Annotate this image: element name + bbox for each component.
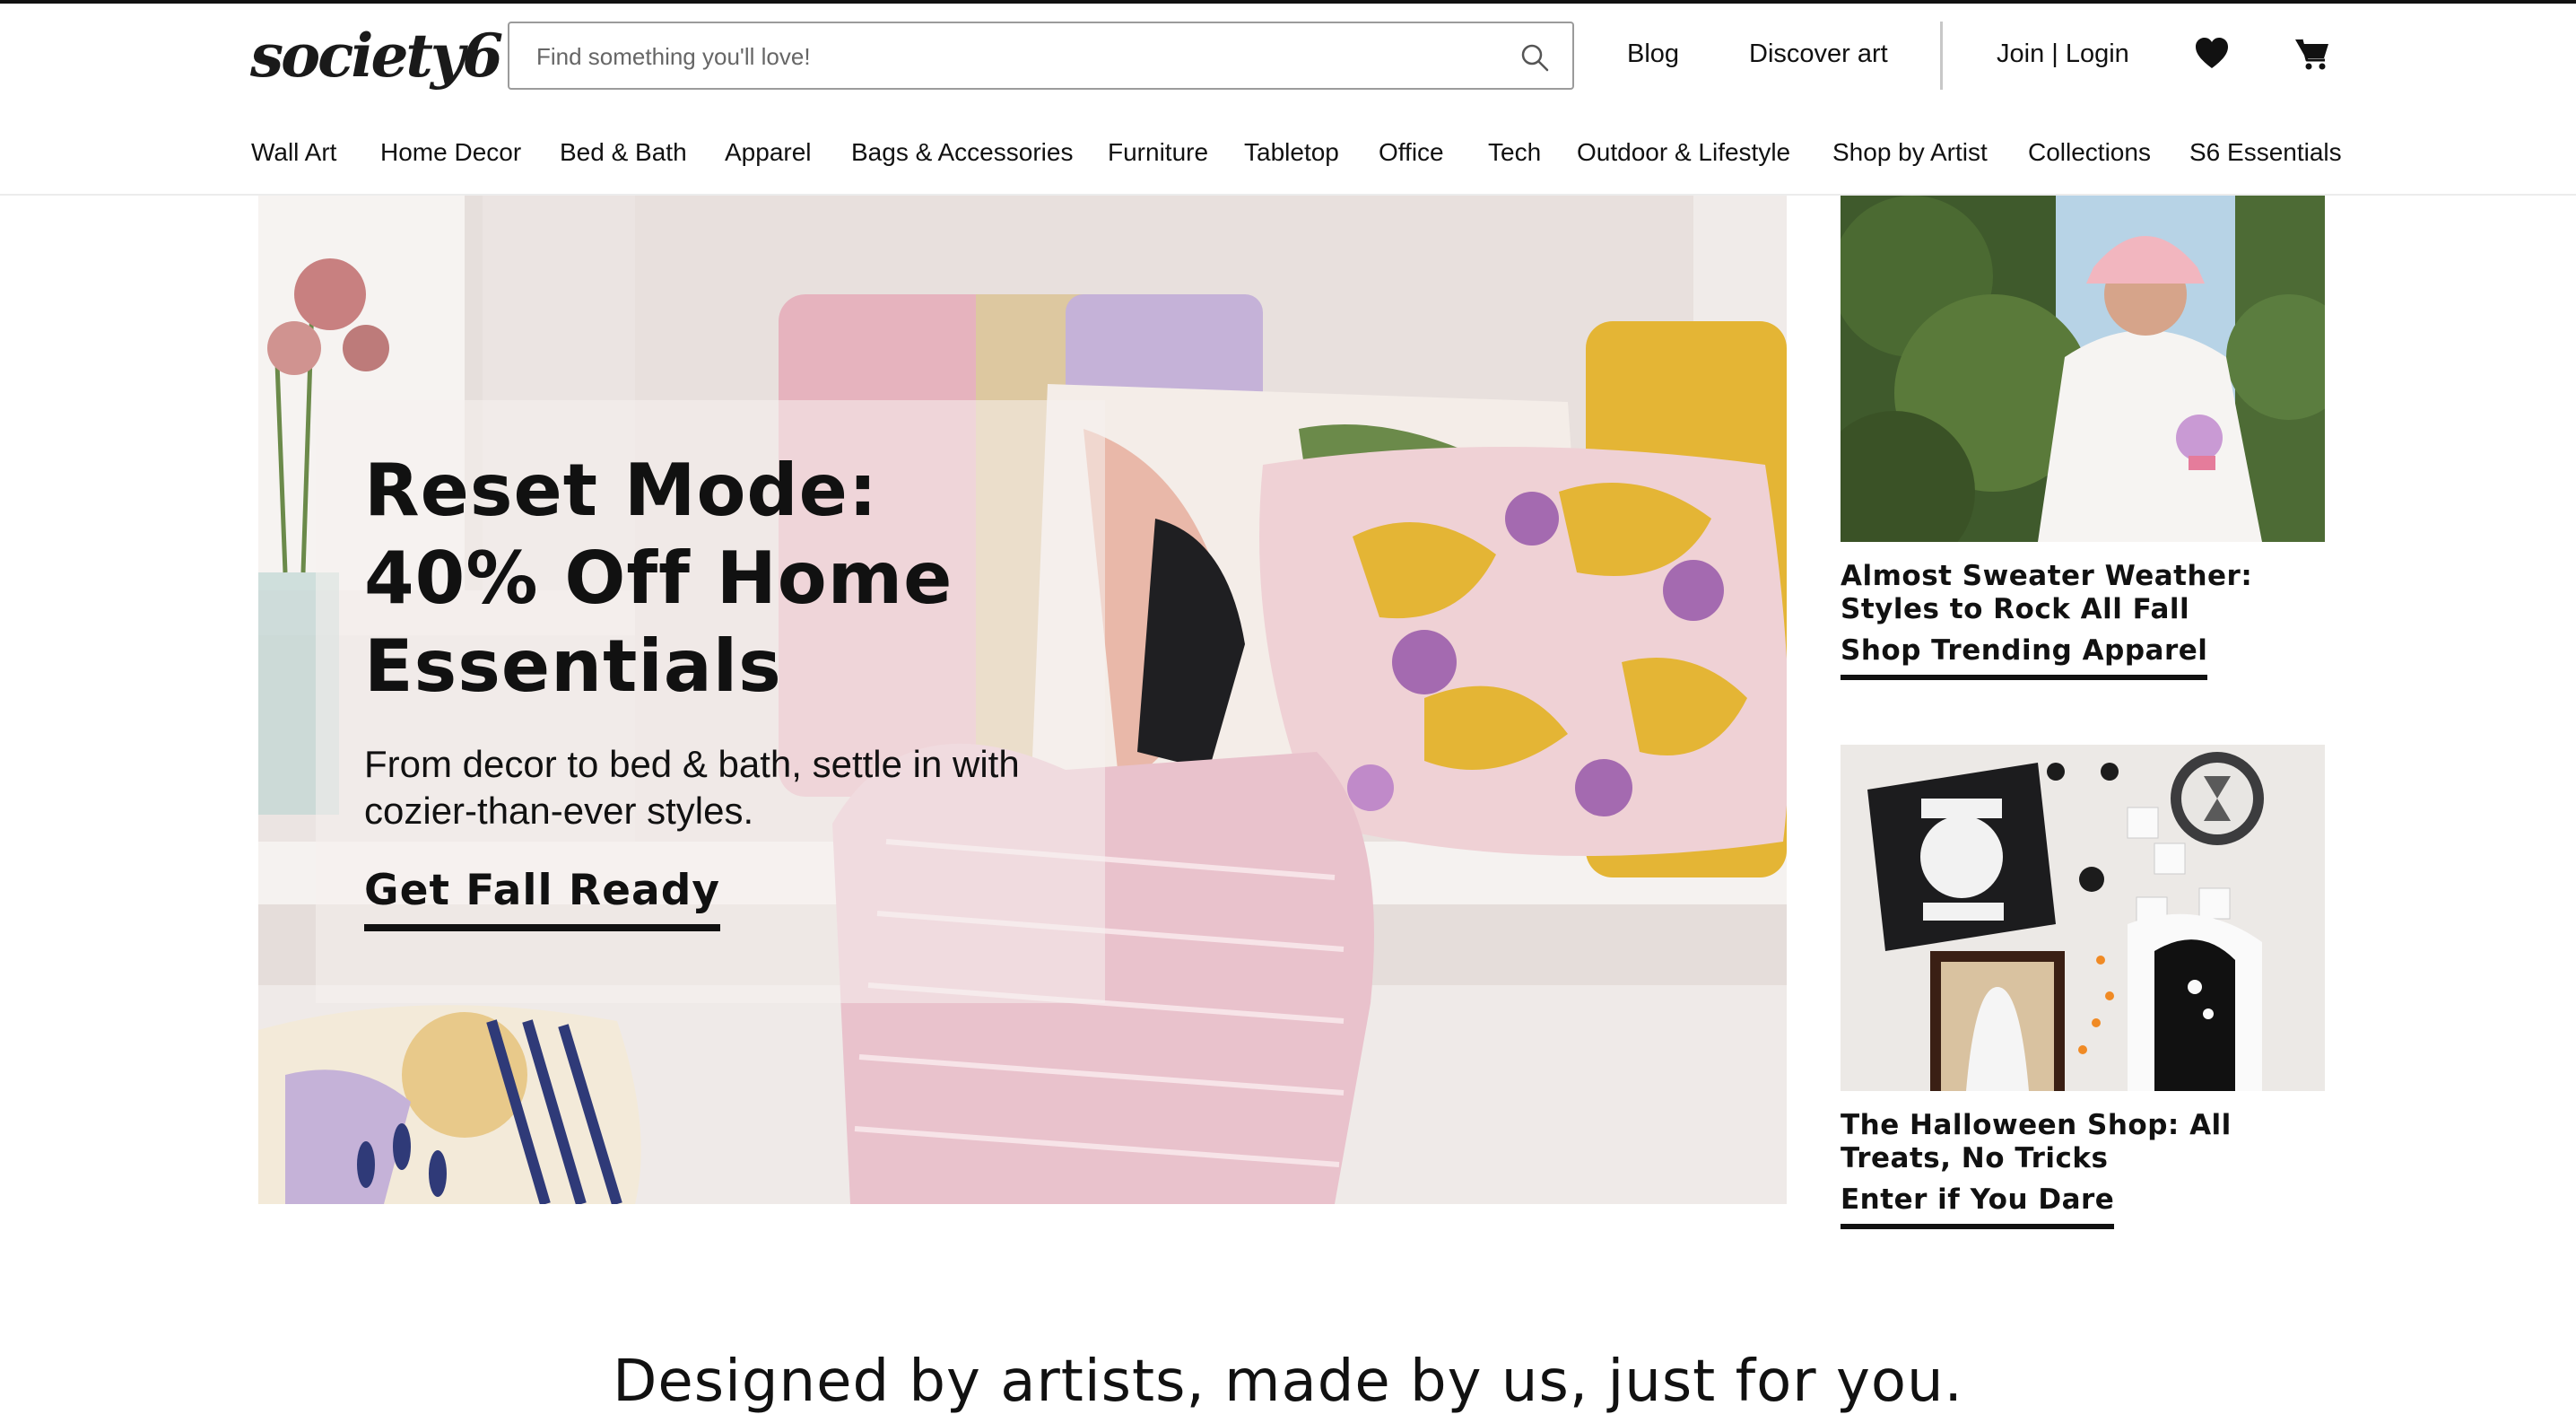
tagline: Designed by artists, made by us, just fo…: [613, 1349, 1963, 1415]
nav-item-wall-art[interactable]: Wall Art: [251, 135, 336, 170]
search-icon[interactable]: [1519, 41, 1551, 74]
nav-item-apparel[interactable]: Apparel: [725, 135, 812, 170]
discover-art-link[interactable]: Discover art: [1749, 36, 1888, 72]
nav-item-s6-essentials[interactable]: S6 Essentials: [2189, 135, 2342, 170]
promo-apparel-link[interactable]: Shop Trending Apparel: [1841, 632, 2208, 680]
join-login-link[interactable]: Join | Login: [1997, 36, 2129, 72]
cart-icon[interactable]: [2294, 36, 2330, 72]
promo-apparel-title: Almost Sweater Weather: Styles to Rock A…: [1841, 560, 2253, 625]
hero-cta-link[interactable]: Get Fall Ready: [364, 863, 720, 931]
nav-item-home-decor[interactable]: Home Decor: [380, 135, 521, 170]
apparel-photo: [1841, 196, 2325, 542]
halloween-photo: [1841, 745, 2325, 1091]
promo-halloween-link[interactable]: Enter if You Dare: [1841, 1181, 2115, 1229]
nav-item-tabletop[interactable]: Tabletop: [1244, 135, 1339, 170]
site-header: society6 Blog Discover art Join | Login …: [0, 4, 2576, 194]
society6-logo[interactable]: society6: [250, 20, 503, 92]
search-bar: [508, 22, 1574, 90]
promo-halloween-title: The Halloween Shop: All Treats, No Trick…: [1841, 1109, 2232, 1174]
nav-item-tech[interactable]: Tech: [1488, 135, 1541, 170]
header-divider: [1940, 22, 1943, 90]
promo-halloween-image[interactable]: [1841, 745, 2325, 1091]
nav-item-furniture[interactable]: Furniture: [1108, 135, 1208, 170]
nav-item-outdoor-lifestyle[interactable]: Outdoor & Lifestyle: [1577, 135, 1790, 170]
hero-subtitle: From decor to bed & bath, settle in with…: [364, 743, 1020, 832]
hero-title: Reset Mode: 40% Off Home Essentials: [364, 449, 953, 708]
nav-item-collections[interactable]: Collections: [2028, 135, 2151, 170]
category-nav: Wall Art Home Decor Bed & Bath Apparel B…: [0, 129, 2576, 179]
search-input[interactable]: [536, 36, 1487, 77]
heart-icon[interactable]: [2194, 36, 2230, 72]
promo-apparel-image[interactable]: [1841, 196, 2325, 542]
nav-item-bags-accessories[interactable]: Bags & Accessories: [851, 135, 1073, 170]
nav-item-office[interactable]: Office: [1379, 135, 1444, 170]
blog-link[interactable]: Blog: [1627, 36, 1679, 72]
nav-item-shop-by-artist[interactable]: Shop by Artist: [1832, 135, 1988, 170]
hero-banner[interactable]: Reset Mode: 40% Off Home Essentials From…: [258, 196, 1787, 1204]
nav-item-bed-bath[interactable]: Bed & Bath: [560, 135, 687, 170]
